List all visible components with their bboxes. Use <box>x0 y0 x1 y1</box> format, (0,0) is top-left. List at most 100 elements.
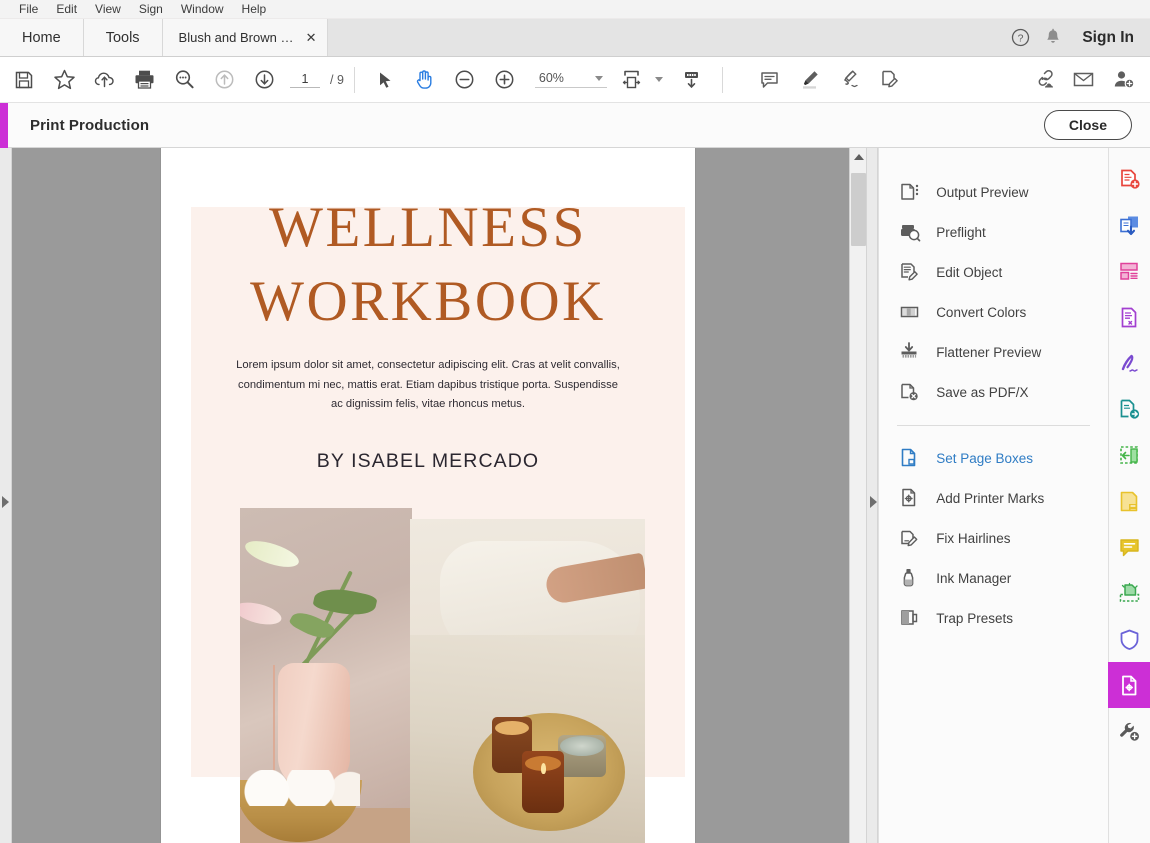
share-link-icon[interactable] <box>1026 63 1060 97</box>
edit-object-icon <box>897 259 923 285</box>
document-tab-label: Blush and Brown Si... <box>178 30 296 45</box>
pp-item-flattener-preview[interactable]: Flattener Preview <box>879 332 1108 372</box>
vertical-scrollbar[interactable] <box>849 148 867 843</box>
compress-pdf-icon[interactable] <box>1108 432 1150 478</box>
toolbar-divider <box>353 66 355 93</box>
expand-left-panel-arrow-icon[interactable] <box>2 496 9 508</box>
tab-home[interactable]: Home <box>0 19 84 56</box>
previous-page-arrow-up-icon[interactable] <box>207 63 241 97</box>
menu-item-help[interactable]: Help <box>233 0 276 19</box>
send-for-signature-icon[interactable] <box>1108 386 1150 432</box>
page-total-label: / 9 <box>330 72 344 87</box>
tab-strip-actions: ? Sign In <box>1011 19 1150 56</box>
trap-presets-icon <box>897 605 923 631</box>
menu-item-window[interactable]: Window <box>172 0 233 19</box>
pp-item-output-preview[interactable]: Output Preview <box>879 172 1108 212</box>
menu-item-view[interactable]: View <box>86 0 130 19</box>
tab-strip: Home Tools Blush and Brown Si... ✕ ? Sig… <box>0 19 1150 57</box>
flowers-in-pink-vase-photo <box>239 508 412 843</box>
body-area: WELLNESS WORKBOOK Lorem ipsum dolor sit … <box>0 148 1150 843</box>
zoom-out-minus-icon[interactable] <box>448 63 482 97</box>
chevron-down-icon <box>594 75 603 81</box>
highlight-text-icon[interactable] <box>793 63 827 97</box>
pp-item-set-page-boxes[interactable]: Set Page Boxes <box>879 438 1108 478</box>
protect-shield-icon[interactable] <box>1108 616 1150 662</box>
pp-item-label: Set Page Boxes <box>936 450 1034 466</box>
zoom-in-plus-icon[interactable] <box>488 63 522 97</box>
upload-to-cloud-icon[interactable] <box>87 63 121 97</box>
add-comment-icon[interactable] <box>753 63 787 97</box>
comment-note-icon[interactable] <box>1108 478 1150 524</box>
left-panel-rail[interactable] <box>0 148 12 843</box>
tab-strip-spacer <box>328 19 1012 56</box>
expand-right-panel-arrow-icon[interactable] <box>870 496 878 508</box>
fix-hairlines-icon <box>897 525 923 551</box>
document-viewport[interactable]: WELLNESS WORKBOOK Lorem ipsum dolor sit … <box>11 148 850 843</box>
comment-bubble-icon[interactable] <box>1108 524 1150 570</box>
fit-options-chevron-down-icon[interactable] <box>654 77 663 82</box>
pp-item-label: Add Printer Marks <box>936 490 1045 506</box>
panel-divider <box>897 425 1090 426</box>
more-tools-wrench-icon[interactable] <box>1108 708 1150 754</box>
save-floppy-icon[interactable] <box>7 63 41 97</box>
scroll-up-arrow-icon[interactable] <box>854 154 865 160</box>
search-magnifier-icon[interactable] <box>167 63 201 97</box>
document-title: WELLNESS WORKBOOK <box>161 191 695 339</box>
add-person-icon[interactable] <box>1106 63 1140 97</box>
print-icon[interactable] <box>127 63 161 97</box>
print-production-panel: Output Preview Preflight Edit Object Con… <box>878 148 1108 843</box>
edit-pdf-icon[interactable] <box>1108 294 1150 340</box>
help-circle-icon[interactable]: ? <box>1011 28 1030 47</box>
add-to-favorites-star-icon[interactable] <box>47 63 81 97</box>
pp-item-label: Preflight <box>936 224 986 240</box>
page-number-input[interactable] <box>290 71 320 88</box>
zoom-level-value: 60% <box>538 71 564 85</box>
menu-item-sign[interactable]: Sign <box>130 0 172 19</box>
menu-item-edit[interactable]: Edit <box>47 0 86 19</box>
menu-item-file[interactable]: File <box>10 0 47 19</box>
output-preview-icon <box>897 179 923 205</box>
pp-item-ink-manager[interactable]: Ink Manager <box>879 558 1108 598</box>
print-production-header: Print Production Close <box>0 102 1150 148</box>
menu-bar: File Edit View Sign Window Help <box>0 0 1150 19</box>
close-icon[interactable]: ✕ <box>304 30 319 46</box>
scroll-mode-icon[interactable] <box>675 63 709 97</box>
svg-text:?: ? <box>1018 33 1024 45</box>
document-tab[interactable]: Blush and Brown Si... ✕ <box>162 19 328 56</box>
zoom-level-dropdown[interactable]: 60% <box>534 71 607 88</box>
preflight-icon <box>897 219 923 245</box>
hand-pan-icon[interactable] <box>408 63 442 97</box>
document-author: BY ISABEL MERCADO <box>316 450 540 472</box>
pp-item-convert-colors[interactable]: Convert Colors <box>879 292 1108 332</box>
tools-rail <box>1107 148 1150 843</box>
scan-and-ocr-icon[interactable] <box>1108 570 1150 616</box>
pp-item-label: Convert Colors <box>936 304 1027 320</box>
pp-item-add-printer-marks[interactable]: Add Printer Marks <box>879 478 1108 518</box>
pp-item-save-as-pdfx[interactable]: Save as PDF/X <box>879 372 1108 412</box>
toolbar-divider-2 <box>721 66 723 93</box>
select-cursor-icon[interactable] <box>368 63 402 97</box>
fit-page-width-icon[interactable] <box>615 63 649 97</box>
print-production-icon[interactable] <box>1108 662 1150 708</box>
fill-and-sign-icon[interactable] <box>873 63 907 97</box>
pp-item-label: Fix Hairlines <box>936 530 1011 546</box>
tab-tools[interactable]: Tools <box>83 19 163 56</box>
organize-pages-icon[interactable] <box>1108 248 1150 294</box>
pp-item-preflight[interactable]: Preflight <box>879 212 1108 252</box>
create-pdf-icon[interactable] <box>1108 156 1150 202</box>
sign-document-icon[interactable] <box>833 63 867 97</box>
pp-item-edit-object[interactable]: Edit Object <box>879 252 1108 292</box>
save-as-pdfx-icon <box>897 379 923 405</box>
scrollbar-thumb[interactable] <box>851 173 867 246</box>
pp-item-fix-hairlines[interactable]: Fix Hairlines <box>879 518 1108 558</box>
notification-bell-icon[interactable] <box>1044 28 1062 47</box>
export-pdf-icon[interactable] <box>1108 202 1150 248</box>
pp-item-trap-presets[interactable]: Trap Presets <box>879 598 1108 638</box>
close-button[interactable]: Close <box>1043 110 1132 140</box>
sign-in-button[interactable]: Sign In <box>1082 29 1134 47</box>
fill-and-sign-icon[interactable] <box>1108 340 1150 386</box>
email-document-icon[interactable] <box>1066 63 1100 97</box>
right-panel-rail[interactable] <box>866 148 879 843</box>
pp-item-label: Flattener Preview <box>936 344 1042 360</box>
next-page-arrow-down-icon[interactable] <box>247 63 281 97</box>
